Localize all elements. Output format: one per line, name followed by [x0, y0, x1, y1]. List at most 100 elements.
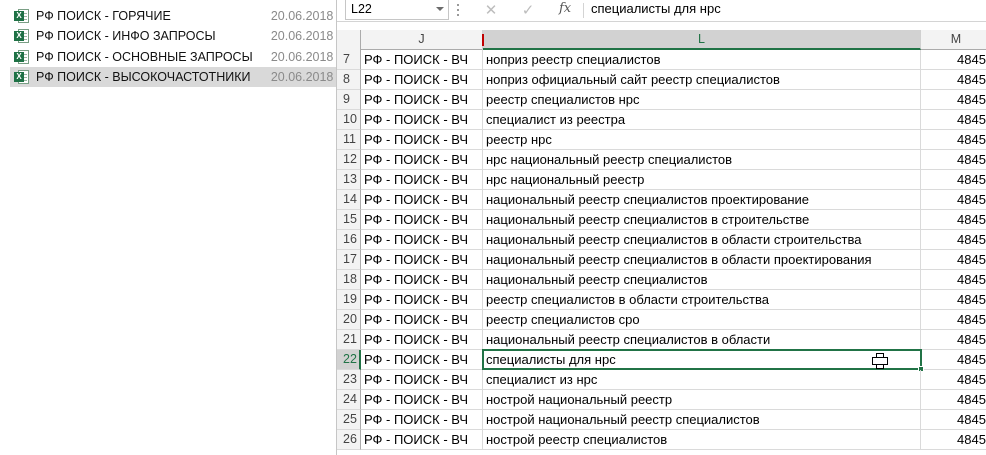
cancel-icon[interactable]: ✕: [483, 1, 499, 19]
file-date: 20.06.2018 1: [270, 29, 336, 43]
row-header[interactable]: 14: [337, 190, 361, 210]
row-header[interactable]: 19: [337, 290, 361, 310]
row-header[interactable]: 16: [337, 230, 361, 250]
row-header[interactable]: 8: [337, 70, 361, 90]
row-header[interactable]: 20: [337, 310, 361, 330]
cell-j[interactable]: РФ - ПОИСК - ВЧ: [361, 50, 483, 70]
grip-dots-icon[interactable]: [457, 4, 460, 17]
column-header-m[interactable]: M: [921, 30, 986, 50]
cell-m[interactable]: 48450: [921, 390, 986, 410]
formula-input[interactable]: специалисты для нрс: [591, 0, 981, 20]
cell-l[interactable]: национальный реестр специалистов в облас…: [483, 330, 921, 350]
row-header[interactable]: 24: [337, 390, 361, 410]
file-item[interactable]: X РФ ПОИСК - ИНФО ЗАПРОСЫ 20.06.2018 1: [10, 26, 336, 46]
insert-function-icon[interactable]: fx: [559, 1, 571, 16]
cell-m[interactable]: 48450: [921, 250, 986, 270]
cell-l[interactable]: специалист из нрс: [483, 370, 921, 390]
spreadsheet-grid[interactable]: J L M 7 РФ - ПОИСК - ВЧ ноприз реестр спец…: [337, 30, 986, 455]
cell-l[interactable]: национальный реестр специалистов: [483, 270, 921, 290]
cell-l[interactable]: нрс национальный реестр специалистов: [483, 150, 921, 170]
row-header[interactable]: 17: [337, 250, 361, 270]
cell-l[interactable]: национальный реестр специалистов в строи…: [483, 210, 921, 230]
cell-m[interactable]: 48450: [921, 210, 986, 230]
chevron-down-icon[interactable]: [436, 7, 444, 11]
file-item[interactable]: X РФ ПОИСК - ОСНОВНЫЕ ЗАПРОСЫ 20.06.2018…: [10, 47, 336, 67]
cell-m[interactable]: 48450: [921, 350, 986, 370]
cell-m[interactable]: 48450: [921, 130, 986, 150]
cell-j[interactable]: РФ - ПОИСК - ВЧ: [361, 110, 483, 130]
row-header[interactable]: 15: [337, 210, 361, 230]
cell-j[interactable]: РФ - ПОИСК - ВЧ: [361, 330, 483, 350]
cell-j[interactable]: РФ - ПОИСК - ВЧ: [361, 230, 483, 250]
row-header[interactable]: 7: [337, 50, 361, 70]
cell-m[interactable]: 48450: [921, 110, 986, 130]
file-item[interactable]: X РФ ПОИСК - ГОРЯЧИЕ 20.06.2018 1: [10, 6, 336, 26]
row-header[interactable]: 13: [337, 170, 361, 190]
row-header[interactable]: 26: [337, 430, 361, 450]
cell-l[interactable]: нострой реестр специалистов: [483, 430, 921, 450]
row-header[interactable]: 11: [337, 130, 361, 150]
cell-j[interactable]: РФ - ПОИСК - ВЧ: [361, 430, 483, 450]
cell-j[interactable]: РФ - ПОИСК - ВЧ: [361, 70, 483, 90]
cell-m[interactable]: 48450: [921, 90, 986, 110]
cell-l[interactable]: реестр нрс: [483, 130, 921, 150]
cell-m[interactable]: 48450: [921, 290, 986, 310]
cell-m[interactable]: 48450: [921, 150, 986, 170]
cell-j[interactable]: РФ - ПОИСК - ВЧ: [361, 250, 483, 270]
cell-m[interactable]: 48450: [921, 410, 986, 430]
column-header-l[interactable]: L: [483, 30, 921, 50]
cell-j[interactable]: РФ - ПОИСК - ВЧ: [361, 150, 483, 170]
cell-j[interactable]: РФ - ПОИСК - ВЧ: [361, 210, 483, 230]
cell-j[interactable]: РФ - ПОИСК - ВЧ: [361, 130, 483, 150]
column-header-j[interactable]: J: [361, 30, 483, 50]
cell-l[interactable]: национальный реестр специалистов проекти…: [483, 190, 921, 210]
row-header[interactable]: 18: [337, 270, 361, 290]
row-header[interactable]: 12: [337, 150, 361, 170]
cell-l[interactable]: национальный реестр специалистов в облас…: [483, 250, 921, 270]
cell-m[interactable]: 48450: [921, 330, 986, 350]
file-item-selected[interactable]: X РФ ПОИСК - ВЫСОКОЧАСТОТНИКИ 20.06.2018…: [10, 67, 336, 87]
cell-j[interactable]: РФ - ПОИСК - ВЧ: [361, 350, 483, 370]
cell-m[interactable]: 48450: [921, 50, 986, 70]
row-header[interactable]: 21: [337, 330, 361, 350]
cell-j[interactable]: РФ - ПОИСК - ВЧ: [361, 90, 483, 110]
cell-l[interactable]: ноприз официальный сайт реестр специалис…: [483, 70, 921, 90]
cell-j[interactable]: РФ - ПОИСК - ВЧ: [361, 290, 483, 310]
cell-m[interactable]: 48450: [921, 270, 986, 290]
cell-j[interactable]: РФ - ПОИСК - ВЧ: [361, 370, 483, 390]
cell-m[interactable]: 48450: [921, 170, 986, 190]
cell-j[interactable]: РФ - ПОИСК - ВЧ: [361, 310, 483, 330]
cell-j[interactable]: РФ - ПОИСК - ВЧ: [361, 170, 483, 190]
cell-m[interactable]: 48450: [921, 230, 986, 250]
table-row: 9 РФ - ПОИСК - ВЧ реестр специалистов нрс 4…: [337, 90, 986, 110]
cell-m[interactable]: 48450: [921, 310, 986, 330]
cell-l[interactable]: ноприз реестр специалистов: [483, 50, 921, 70]
file-name: РФ ПОИСК - ГОРЯЧИЕ: [36, 9, 171, 23]
cell-l[interactable]: реестр специалистов в области строительс…: [483, 290, 921, 310]
cell-l[interactable]: специалист из реестра: [483, 110, 921, 130]
cell-m[interactable]: 48450: [921, 430, 986, 450]
cell-j[interactable]: РФ - ПОИСК - ВЧ: [361, 270, 483, 290]
cell-j[interactable]: РФ - ПОИСК - ВЧ: [361, 190, 483, 210]
cell-l[interactable]: реестр специалистов нрс: [483, 90, 921, 110]
cell-j[interactable]: РФ - ПОИСК - ВЧ: [361, 410, 483, 430]
cell-l[interactable]: реестр специалистов сро: [483, 310, 921, 330]
select-all-corner[interactable]: [337, 30, 361, 50]
row-header[interactable]: 23: [337, 370, 361, 390]
cell-m[interactable]: 48450: [921, 190, 986, 210]
enter-check-icon[interactable]: ✓: [520, 1, 536, 19]
cell-m-value: 48450: [957, 132, 986, 147]
cell-l[interactable]: специалисты для нрс: [483, 350, 921, 370]
row-header[interactable]: 25: [337, 410, 361, 430]
row-header[interactable]: 10: [337, 110, 361, 130]
cell-m[interactable]: 48450: [921, 370, 986, 390]
cell-l[interactable]: нрс национальный реестр: [483, 170, 921, 190]
cell-l[interactable]: нострой национальный реестр специалистов: [483, 410, 921, 430]
cell-j[interactable]: РФ - ПОИСК - ВЧ: [361, 390, 483, 410]
cell-m[interactable]: 48450: [921, 70, 986, 90]
row-header[interactable]: 9: [337, 90, 361, 110]
cell-l[interactable]: национальный реестр специалистов в облас…: [483, 230, 921, 250]
row-header[interactable]: 22: [337, 350, 361, 370]
name-box[interactable]: L22: [345, 0, 449, 20]
cell-l[interactable]: нострой национальный реестр: [483, 390, 921, 410]
